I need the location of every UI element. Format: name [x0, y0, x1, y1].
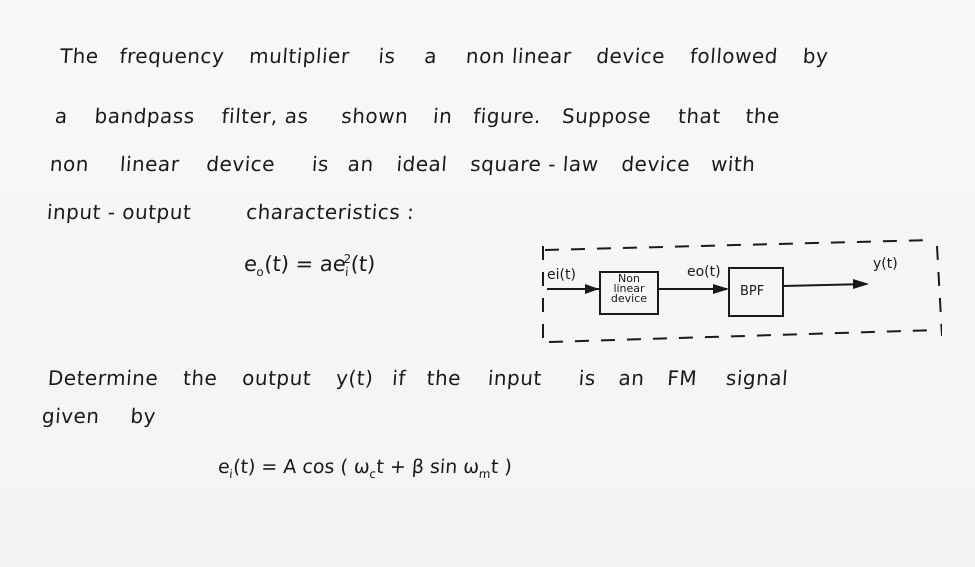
word: Suppose: [561, 104, 653, 128]
input-signal-label: ei(t): [547, 267, 576, 283]
block-diagram: ei(t) Non linear device eo(t) BPF y(t): [537, 236, 942, 348]
word: is: [577, 366, 597, 390]
eq-mid: (t) = ae: [263, 252, 347, 276]
word: square - law: [469, 152, 600, 176]
word: a: [423, 44, 438, 68]
word: device: [205, 152, 276, 176]
word: in: [432, 104, 454, 128]
word: non linear: [465, 44, 573, 68]
word: output: [241, 366, 313, 390]
word: shown: [340, 104, 410, 128]
word: device: [620, 152, 691, 176]
word: y(t): [335, 366, 375, 390]
word: frequency: [118, 44, 226, 68]
input-arrowhead: [585, 284, 599, 294]
question-line-1: Determine the output y(t) if the input i…: [47, 366, 789, 390]
word: by: [129, 404, 157, 428]
word: followed: [689, 44, 779, 68]
word: by: [801, 44, 830, 68]
problem-line-1: The frequency multiplier is a non linear…: [59, 44, 829, 68]
word: the: [425, 366, 462, 390]
fm-eq-modulation-subscript: m: [478, 466, 491, 481]
word: ideal: [395, 152, 449, 176]
output-signal-label: y(t): [873, 256, 898, 272]
eq-rhs-arg: (t): [349, 252, 377, 276]
word: an: [617, 366, 646, 390]
eq-rhs-subscript: i: [344, 265, 349, 280]
handwritten-page: The frequency multiplier is a non linear…: [0, 0, 975, 567]
word: the: [182, 366, 219, 390]
box-line: device: [610, 292, 648, 305]
word: if: [391, 366, 407, 390]
word: that: [677, 104, 722, 128]
word: a: [54, 104, 69, 128]
word: FM: [666, 366, 698, 390]
word: The: [59, 44, 100, 68]
word: filter, as: [220, 104, 310, 128]
word: the: [744, 104, 781, 128]
word: linear: [119, 152, 181, 176]
word: input: [487, 366, 543, 390]
word: with: [710, 152, 757, 176]
question-line-2: given by: [41, 404, 157, 428]
fm-eq-part: t ): [490, 456, 513, 478]
word: is: [311, 152, 330, 176]
fm-eq-part: t + β sin ω: [375, 456, 481, 478]
word: device: [595, 44, 666, 68]
word: characteristics :: [245, 200, 416, 224]
problem-line-3: non linear device is an ideal square - l…: [49, 152, 756, 176]
word: is: [377, 44, 397, 68]
characteristic-equation: eo(t) = aei2(t): [243, 252, 376, 279]
word: Determine: [47, 366, 160, 390]
bpf-box: BPF: [740, 284, 765, 299]
fm-eq-part: (t) = A cos ( ω: [232, 456, 371, 478]
word: input - output: [46, 200, 193, 224]
word: bandpass: [93, 104, 196, 128]
problem-line-2: a bandpass filter, as shown in figure. S…: [54, 104, 781, 128]
problem-line-4: input - output characteristics :: [46, 200, 415, 224]
word: signal: [725, 366, 790, 390]
word: an: [346, 152, 375, 176]
word: multiplier: [248, 44, 351, 68]
intermediate-signal-label: eo(t): [687, 264, 721, 280]
word: non: [49, 152, 90, 176]
fm-input-equation: ei(t) = A cos ( ωct + β sin ωmt ): [217, 456, 512, 481]
word: figure.: [472, 104, 542, 128]
word: given: [41, 404, 101, 428]
nonlinear-device-box: Non linear device: [601, 273, 657, 305]
output-arrowhead: [853, 279, 869, 289]
middle-arrowhead: [713, 284, 729, 294]
